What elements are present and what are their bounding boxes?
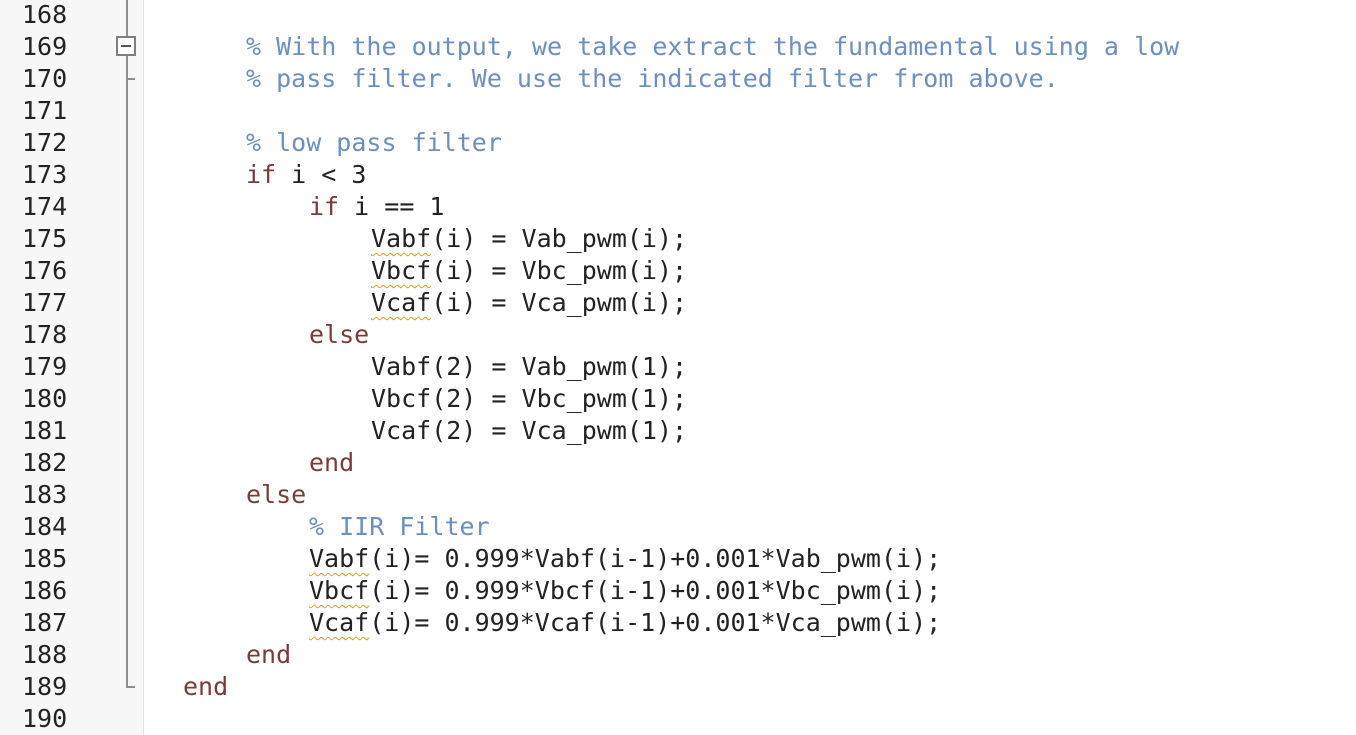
keyword-if: if bbox=[246, 160, 277, 189]
code-editor[interactable]: 168 169 170 171 172 173 174 175 176 177 … bbox=[0, 0, 1356, 735]
code-line: Vcaf(i)= 0.999*Vcaf(i-1)+0.001*Vca_pwm(i… bbox=[309, 607, 941, 639]
code-line: Vcaf(2) = Vca_pwm(1); bbox=[371, 416, 688, 445]
code-text-area[interactable]: % With the output, we take extract the f… bbox=[144, 0, 1356, 735]
warned-variable[interactable]: Vcaf bbox=[371, 288, 431, 317]
line-number: 172 bbox=[22, 128, 68, 157]
code-text: (i)= 0.999*Vbcf(i-1)+0.001*Vbc_pwm(i); bbox=[369, 576, 942, 605]
line-number: 181 bbox=[22, 416, 68, 445]
code-line: Vabf(i)= 0.999*Vabf(i-1)+0.001*Vab_pwm(i… bbox=[309, 543, 941, 575]
code-text: (i) = Vbc_pwm(i); bbox=[431, 256, 688, 285]
code-line: Vbcf(2) = Vbc_pwm(1); bbox=[371, 384, 688, 413]
code-line: Vabf(i) = Vab_pwm(i); bbox=[371, 223, 687, 255]
code-line: Vcaf(i) = Vca_pwm(i); bbox=[371, 287, 687, 319]
code-text: (i)= 0.999*Vabf(i-1)+0.001*Vab_pwm(i); bbox=[369, 544, 942, 573]
code-comment: % pass filter. We use the indicated filt… bbox=[246, 64, 1059, 93]
code-line: if i < 3 bbox=[246, 159, 366, 191]
warned-variable[interactable]: Vabf bbox=[309, 544, 369, 573]
code-text: (i) = Vca_pwm(i); bbox=[431, 288, 688, 317]
code-comment: % low pass filter bbox=[246, 128, 502, 157]
line-number: 174 bbox=[22, 192, 68, 221]
keyword-end: end bbox=[183, 672, 229, 701]
line-number: 168 bbox=[22, 0, 68, 29]
line-number-gutter: 168 169 170 171 172 173 174 175 176 177 … bbox=[0, 0, 144, 735]
warned-variable[interactable]: Vabf bbox=[371, 224, 431, 253]
fold-guide-line bbox=[126, 80, 128, 686]
code-line: Vbcf(i)= 0.999*Vbcf(i-1)+0.001*Vbc_pwm(i… bbox=[309, 575, 941, 607]
line-number: 184 bbox=[22, 512, 68, 541]
line-number: 188 bbox=[22, 640, 68, 669]
code-text: i == 1 bbox=[339, 192, 445, 221]
line-number: 175 bbox=[22, 224, 68, 253]
line-number: 178 bbox=[22, 320, 68, 349]
line-number: 176 bbox=[22, 256, 68, 285]
warned-variable[interactable]: Vcaf bbox=[309, 608, 369, 637]
code-text: i < 3 bbox=[276, 160, 367, 189]
code-comment: % With the output, we take extract the f… bbox=[246, 32, 1180, 61]
line-number: 171 bbox=[22, 96, 68, 125]
code-comment: % IIR Filter bbox=[309, 512, 490, 541]
line-number: 190 bbox=[22, 704, 68, 733]
warned-variable[interactable]: Vbcf bbox=[371, 256, 431, 285]
line-number: 183 bbox=[22, 480, 68, 509]
line-number: 189 bbox=[22, 672, 68, 701]
keyword-else: else bbox=[246, 480, 307, 509]
code-line: Vabf(2) = Vab_pwm(1); bbox=[371, 352, 688, 381]
keyword-if: if bbox=[309, 192, 340, 221]
code-line: if i == 1 bbox=[309, 191, 444, 223]
code-text: (i)= 0.999*Vcaf(i-1)+0.001*Vca_pwm(i); bbox=[369, 608, 942, 637]
line-number: 180 bbox=[22, 384, 68, 413]
keyword-end: end bbox=[246, 640, 292, 669]
fold-guide-line bbox=[126, 56, 128, 78]
keyword-else: else bbox=[309, 320, 370, 349]
fold-collapse-icon[interactable] bbox=[116, 36, 136, 56]
line-number: 185 bbox=[22, 544, 68, 573]
warned-variable[interactable]: Vbcf bbox=[309, 576, 369, 605]
line-number: 187 bbox=[22, 608, 68, 637]
line-number: 177 bbox=[22, 288, 68, 317]
line-number: 182 bbox=[22, 448, 68, 477]
fold-guide-line bbox=[126, 0, 128, 36]
line-number: 179 bbox=[22, 352, 68, 381]
line-number: 173 bbox=[22, 160, 68, 189]
code-line: Vbcf(i) = Vbc_pwm(i); bbox=[371, 255, 687, 287]
fold-end-marker bbox=[126, 686, 135, 688]
code-text: (i) = Vab_pwm(i); bbox=[431, 224, 688, 253]
line-number: 186 bbox=[22, 576, 68, 605]
line-number: 170 bbox=[22, 64, 68, 93]
keyword-end: end bbox=[309, 448, 355, 477]
line-number: 169 bbox=[22, 32, 68, 61]
